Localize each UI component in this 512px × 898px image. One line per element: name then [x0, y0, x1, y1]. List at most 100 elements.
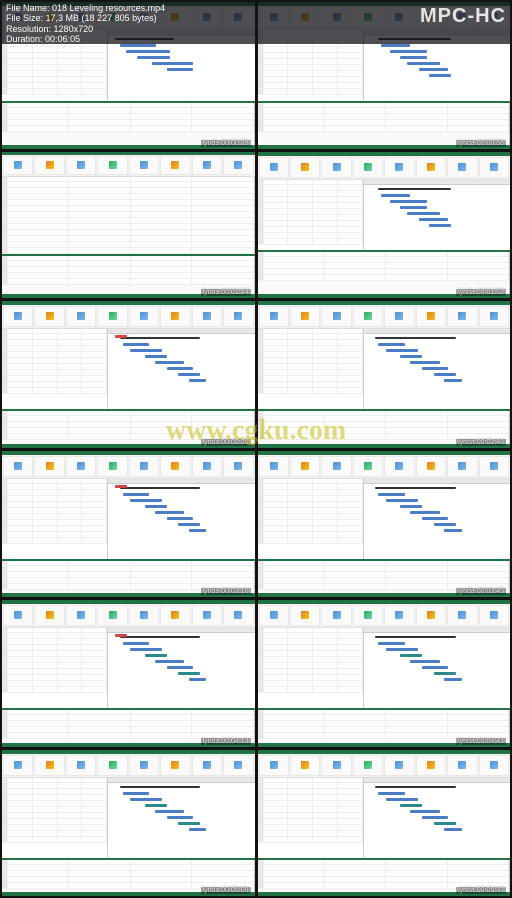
ribbon-group[interactable] [416, 755, 446, 776]
ribbon-group[interactable] [223, 306, 253, 327]
ribbon-group[interactable] [160, 605, 190, 626]
ribbon-group[interactable] [3, 605, 33, 626]
video-thumbnail[interactable]: lynda 00:01:52 [258, 152, 511, 299]
ribbon-group[interactable] [97, 755, 127, 776]
ribbon-group[interactable] [353, 755, 383, 776]
ribbon-group[interactable] [259, 605, 289, 626]
ribbon-group[interactable] [353, 157, 383, 178]
table-row[interactable] [2, 89, 107, 95]
ribbon-group[interactable] [416, 157, 446, 178]
video-thumbnail[interactable]: lynda 00:04:41 [258, 600, 511, 747]
table-row[interactable] [2, 687, 107, 693]
video-thumbnail[interactable]: lynda 00:03:16 [2, 451, 255, 598]
ribbon-group[interactable] [479, 456, 509, 477]
table-row[interactable] [2, 388, 107, 394]
table-row[interactable] [2, 837, 107, 843]
ribbon-group[interactable] [384, 157, 414, 178]
ribbon-group[interactable] [34, 306, 64, 327]
table-row[interactable] [258, 89, 363, 95]
ribbon-group[interactable] [3, 755, 33, 776]
ribbon-group[interactable] [160, 306, 190, 327]
ribbon-group[interactable] [160, 755, 190, 776]
ribbon-group[interactable] [416, 456, 446, 477]
ribbon-group[interactable] [192, 755, 222, 776]
ribbon-group[interactable] [160, 156, 190, 175]
ribbon-group[interactable] [447, 157, 477, 178]
table-row[interactable] [258, 687, 363, 693]
ribbon-group[interactable] [290, 755, 320, 776]
ribbon-group[interactable] [259, 456, 289, 477]
ribbon-group[interactable] [97, 605, 127, 626]
ribbon-group[interactable] [353, 605, 383, 626]
ribbon-group[interactable] [97, 456, 127, 477]
ribbon-group[interactable] [290, 456, 320, 477]
ribbon-group[interactable] [66, 605, 96, 626]
table-row[interactable] [258, 538, 363, 544]
ribbon-group[interactable] [321, 306, 351, 327]
ribbon-group[interactable] [66, 755, 96, 776]
ribbon-group[interactable] [34, 456, 64, 477]
ribbon-group[interactable] [129, 156, 159, 175]
video-thumbnail[interactable]: lynda 00:02:20 [2, 301, 255, 448]
ribbon-group[interactable] [66, 306, 96, 327]
ribbon-group[interactable] [223, 456, 253, 477]
table-row[interactable] [2, 279, 254, 285]
ribbon-group[interactable] [290, 605, 320, 626]
ribbon-group[interactable] [160, 456, 190, 477]
ribbon-group[interactable] [192, 456, 222, 477]
ribbon-group[interactable] [384, 306, 414, 327]
ribbon-group[interactable] [416, 605, 446, 626]
ribbon-group[interactable] [97, 156, 127, 175]
ribbon-group[interactable] [447, 456, 477, 477]
table-row[interactable] [258, 388, 363, 394]
ribbon-group[interactable] [447, 755, 477, 776]
ribbon-group[interactable] [3, 156, 33, 175]
table-row[interactable] [258, 239, 363, 245]
ribbon-group[interactable] [290, 157, 320, 178]
ribbon-group[interactable] [321, 755, 351, 776]
ribbon-group[interactable] [192, 306, 222, 327]
ribbon-group[interactable] [353, 306, 383, 327]
video-thumbnail[interactable]: lynda 00:03:45 [258, 451, 511, 598]
ribbon-group[interactable] [66, 456, 96, 477]
video-thumbnail[interactable]: lynda 00:04:13 [2, 600, 255, 747]
ribbon-group[interactable] [34, 156, 64, 175]
ribbon-group[interactable] [384, 755, 414, 776]
ribbon-group[interactable] [321, 605, 351, 626]
ribbon-group[interactable] [353, 456, 383, 477]
ribbon-group[interactable] [97, 306, 127, 327]
ribbon-group[interactable] [447, 605, 477, 626]
video-thumbnail[interactable]: lynda 00:05:09 [2, 750, 255, 897]
ribbon-group[interactable] [129, 755, 159, 776]
ribbon-group[interactable] [416, 306, 446, 327]
ribbon-group[interactable] [129, 605, 159, 626]
ribbon-group[interactable] [192, 156, 222, 175]
ribbon-group[interactable] [447, 306, 477, 327]
ribbon-group[interactable] [192, 605, 222, 626]
ribbon-group[interactable] [223, 156, 253, 175]
ribbon-group[interactable] [321, 456, 351, 477]
video-thumbnail[interactable]: lynda 00:01:24 [2, 152, 255, 299]
ribbon-group[interactable] [259, 157, 289, 178]
ribbon-group[interactable] [259, 755, 289, 776]
ribbon-group[interactable] [290, 306, 320, 327]
ribbon-group[interactable] [3, 306, 33, 327]
ribbon-group[interactable] [34, 605, 64, 626]
ribbon-group[interactable] [479, 605, 509, 626]
ribbon-group[interactable] [479, 306, 509, 327]
video-thumbnail[interactable]: lynda 00:05:37 [258, 750, 511, 897]
ribbon-group[interactable] [321, 157, 351, 178]
ribbon-group[interactable] [223, 755, 253, 776]
ribbon-group[interactable] [66, 156, 96, 175]
table-row[interactable] [258, 126, 510, 132]
ribbon-group[interactable] [223, 605, 253, 626]
ribbon-group[interactable] [129, 456, 159, 477]
ribbon-group[interactable] [34, 755, 64, 776]
ribbon-group[interactable] [259, 306, 289, 327]
table-row[interactable] [2, 126, 254, 132]
ribbon-group[interactable] [384, 605, 414, 626]
ribbon-group[interactable] [384, 456, 414, 477]
video-thumbnail[interactable]: lynda 00:02:48 [258, 301, 511, 448]
table-row[interactable] [2, 538, 107, 544]
ribbon-group[interactable] [129, 306, 159, 327]
